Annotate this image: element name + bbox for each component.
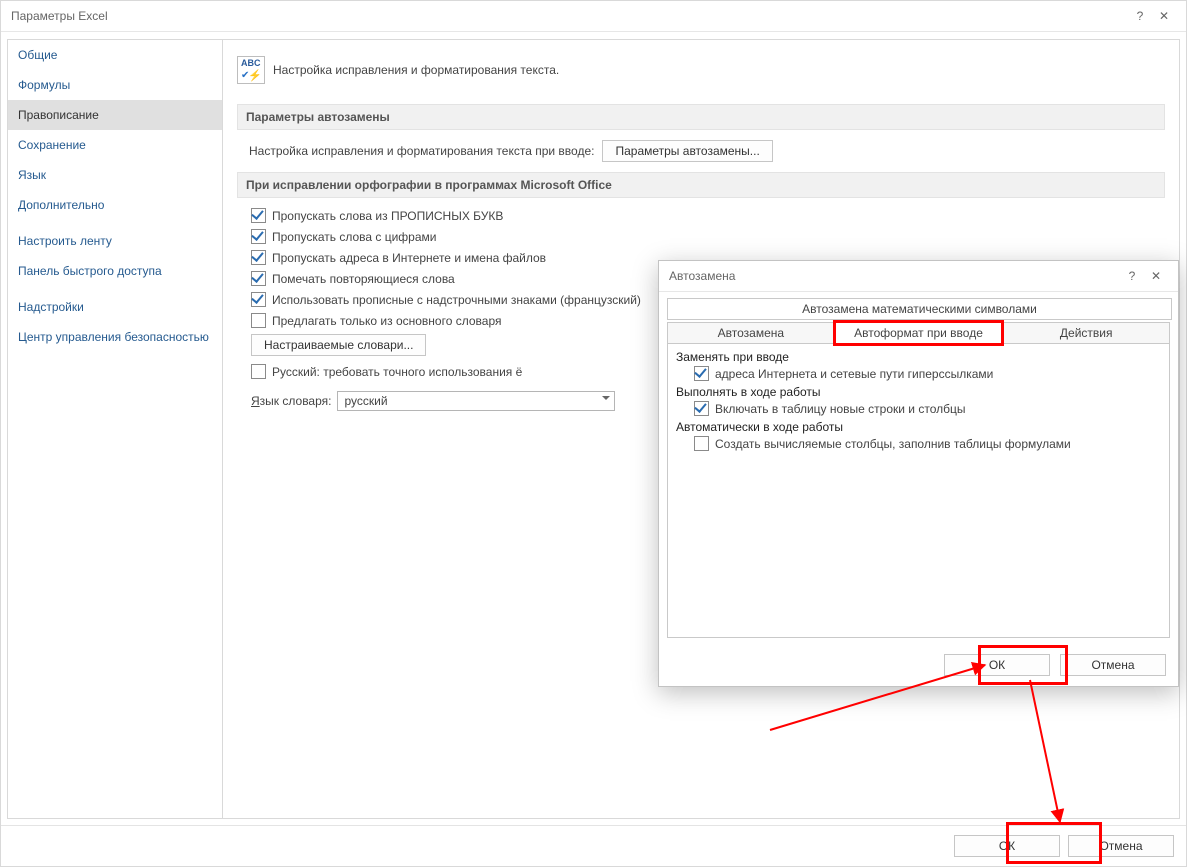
chk-formula-columns[interactable]: [694, 436, 709, 451]
chk-mainonly-label: Предлагать только из основного словаря: [272, 314, 501, 328]
chk-french[interactable]: [251, 292, 266, 307]
chk-internet[interactable]: [251, 250, 266, 265]
tab-actions[interactable]: Действия: [1002, 322, 1170, 344]
chevron-down-icon: [602, 396, 610, 404]
sidebar-item-proofing[interactable]: Правописание: [8, 100, 222, 130]
sidebar-item-formulas[interactable]: Формулы: [8, 70, 222, 100]
proofing-icon: ABC✔⚡: [237, 56, 265, 84]
chk-repeated[interactable]: [251, 271, 266, 286]
dict-lang-label: Язык словаря:: [251, 394, 331, 408]
chk-table-rows-label: Включать в таблицу новые строки и столбц…: [715, 402, 965, 416]
autocorrect-section-header: Параметры автозамены: [237, 104, 1165, 130]
group-apply: Выполнять в ходе работы: [676, 385, 1161, 399]
autocorrect-help-icon[interactable]: ?: [1120, 269, 1144, 283]
autocorrect-dialog-title: Автозамена: [669, 269, 1120, 283]
sidebar-item-quickaccess[interactable]: Панель быстрого доступа: [8, 256, 222, 286]
sidebar-item-advanced[interactable]: Дополнительно: [8, 190, 222, 220]
autocorrect-label: Настройка исправления и форматирования т…: [249, 144, 594, 158]
category-sidebar: Общие Формулы Правописание Сохранение Яз…: [7, 39, 223, 819]
sidebar-item-general[interactable]: Общие: [8, 40, 222, 70]
window-title: Параметры Excel: [11, 9, 1128, 23]
chk-russian-yo[interactable]: [251, 364, 266, 379]
chk-repeated-label: Помечать повторяющиеся слова: [272, 272, 455, 286]
chk-internet-hyperlinks-label: адреса Интернета и сетевые пути гиперссы…: [715, 367, 993, 381]
autocorrect-ok-button[interactable]: ОК: [944, 654, 1050, 676]
sidebar-item-trustcenter[interactable]: Центр управления безопасностью: [8, 322, 222, 352]
chk-formula-columns-label: Создать вычисляемые столбцы, заполнив та…: [715, 437, 1071, 451]
spellcheck-section-header: При исправлении орфографии в программах …: [237, 172, 1165, 198]
ok-button[interactable]: ОК: [954, 835, 1060, 857]
chk-russian-yo-label: Русский: требовать точного использования…: [272, 365, 522, 379]
chk-digits[interactable]: [251, 229, 266, 244]
group-replace: Заменять при вводе: [676, 350, 1161, 364]
chk-uppercase[interactable]: [251, 208, 266, 223]
autocorrect-options-button[interactable]: Параметры автозамены...: [602, 140, 772, 162]
chk-uppercase-label: Пропускать слова из ПРОПИСНЫХ БУКВ: [272, 209, 503, 223]
tab-math-autocorrect[interactable]: Автозамена математическими символами: [667, 298, 1172, 320]
chk-french-label: Использовать прописные с надстрочными зн…: [272, 293, 641, 307]
dict-lang-dropdown[interactable]: русский: [337, 391, 615, 411]
autocorrect-close-icon[interactable]: ✕: [1144, 269, 1168, 283]
chk-table-rows[interactable]: [694, 401, 709, 416]
help-icon[interactable]: ?: [1128, 9, 1152, 23]
chk-mainonly[interactable]: [251, 313, 266, 328]
autocorrect-dialog: Автозамена ? ✕ Автозамена математическим…: [658, 260, 1179, 687]
custom-dictionaries-button[interactable]: Настраиваемые словари...: [251, 334, 426, 356]
tab-autocorrect[interactable]: Автозамена: [667, 322, 835, 344]
tab-autoformat[interactable]: Автоформат при вводе: [835, 322, 1003, 344]
sidebar-item-save[interactable]: Сохранение: [8, 130, 222, 160]
window-titlebar: Параметры Excel ? ✕: [1, 1, 1186, 32]
autocorrect-cancel-button[interactable]: Отмена: [1060, 654, 1166, 676]
sidebar-item-ribbon[interactable]: Настроить ленту: [8, 226, 222, 256]
chk-internet-label: Пропускать адреса в Интернете и имена фа…: [272, 251, 546, 265]
close-icon[interactable]: ✕: [1152, 9, 1176, 23]
cancel-button[interactable]: Отмена: [1068, 835, 1174, 857]
sidebar-item-language[interactable]: Язык: [8, 160, 222, 190]
main-header-text: Настройка исправления и форматирования т…: [273, 63, 559, 77]
group-auto: Автоматически в ходе работы: [676, 420, 1161, 434]
chk-internet-hyperlinks[interactable]: [694, 366, 709, 381]
chk-digits-label: Пропускать слова с цифрами: [272, 230, 436, 244]
autoformat-tabpanel: Заменять при вводе адреса Интернета и се…: [667, 344, 1170, 638]
sidebar-item-addins[interactable]: Надстройки: [8, 292, 222, 322]
